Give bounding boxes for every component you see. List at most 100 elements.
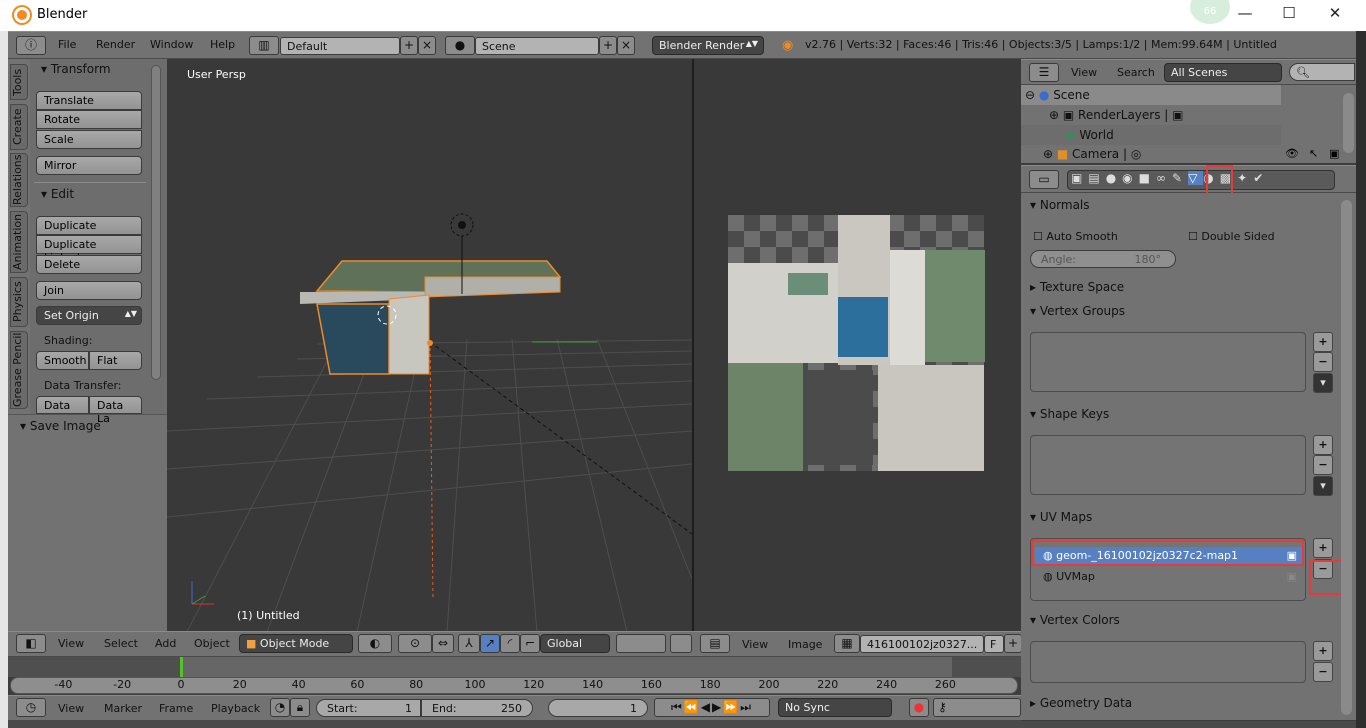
properties-context-tabs[interactable]: ▣▤●◉■∞✎▽◑▩✦✔: [1067, 170, 1335, 190]
menu-image[interactable]: Image: [788, 638, 822, 651]
data-transfer-button[interactable]: Data: [36, 396, 89, 414]
visibility-eye-icon[interactable]: 👁︎: [1285, 147, 1299, 160]
render-camera-icon[interactable]: ▣: [1329, 147, 1339, 160]
orientation-select[interactable]: Global: [540, 634, 610, 653]
translate-manipulator-icon[interactable]: ⅄: [458, 634, 480, 653]
remove-vertex-color-button[interactable]: −: [1313, 662, 1333, 682]
vertex-colors-panel-title[interactable]: ▾ Vertex Colors: [1030, 613, 1336, 627]
menu-file[interactable]: File: [58, 38, 76, 51]
constraints-tab-icon[interactable]: ∞: [1156, 171, 1172, 185]
add-layout-icon[interactable]: +: [400, 36, 418, 55]
vertex-colors-list[interactable]: [1030, 641, 1306, 683]
end-frame-field[interactable]: End: 250: [421, 699, 533, 717]
tab-physics[interactable]: Physics: [10, 277, 28, 327]
remove-vertex-group-button[interactable]: −: [1313, 352, 1333, 372]
world-tab-icon[interactable]: ◉: [1122, 171, 1138, 185]
geometry-data-panel-title[interactable]: ▸ Geometry Data: [1030, 696, 1336, 710]
uv-image-editor[interactable]: [694, 59, 1021, 632]
manipulator-toggle-icon[interactable]: ⇔: [432, 634, 454, 653]
menu-add[interactable]: Add: [155, 637, 176, 650]
keying-set-field[interactable]: ⚷: [933, 698, 1021, 717]
tab-tools[interactable]: Tools: [10, 64, 28, 100]
vertex-group-specials-button[interactable]: ▾: [1313, 373, 1333, 393]
outliner-item-scene[interactable]: ⊖ ● Scene: [1025, 88, 1090, 102]
modifiers-tab-icon[interactable]: ✎: [1172, 171, 1188, 185]
add-uv-map-button[interactable]: +: [1313, 538, 1333, 558]
mirror-button[interactable]: Mirror: [36, 156, 142, 175]
search-field[interactable]: 🔍︎: [1289, 63, 1355, 81]
double-sided-checkbox[interactable]: ☐ Double Sided: [1188, 230, 1275, 243]
save-image-panel-title[interactable]: ▾ Save Image: [20, 419, 101, 433]
3d-viewport[interactable]: User Persp (1) Untitled: [167, 59, 692, 632]
render-tab-icon[interactable]: ▣: [1071, 171, 1088, 185]
scene-field[interactable]: Scene: [475, 37, 599, 55]
editor-type-timeline-icon[interactable]: ◷: [16, 698, 46, 717]
viewport-shading-icon[interactable]: ◐: [358, 634, 392, 653]
physics-tab-icon[interactable]: ✔: [1253, 171, 1269, 185]
vertex-groups-panel-title[interactable]: ▾ Vertex Groups: [1030, 304, 1336, 318]
shape-key-specials-button[interactable]: ▾: [1313, 476, 1333, 496]
rotate-button[interactable]: Rotate: [36, 110, 142, 129]
new-image-icon[interactable]: +: [1004, 634, 1022, 653]
add-scene-icon[interactable]: +: [599, 36, 617, 55]
rotate-manipulator-icon[interactable]: ◜: [500, 634, 520, 653]
scale-manipulator-icon[interactable]: ⌐: [520, 634, 540, 653]
menu-search[interactable]: Search: [1117, 66, 1155, 79]
menu-view[interactable]: View: [742, 638, 768, 651]
auto-smooth-checkbox[interactable]: ☐ Auto Smooth: [1033, 230, 1118, 243]
menu-render[interactable]: Render: [96, 38, 135, 51]
preview-range-icon[interactable]: ◔: [270, 698, 290, 717]
menu-view[interactable]: View: [58, 702, 84, 715]
scene-tab-icon[interactable]: ●: [1106, 171, 1122, 185]
tool-shelf-scrollbar[interactable]: [151, 65, 161, 380]
outliner-item-camera[interactable]: ⊕ ■ Camera | ◎: [1043, 147, 1141, 161]
texture-space-panel-title[interactable]: ▸ Texture Space: [1030, 280, 1336, 294]
remove-layout-icon[interactable]: ×: [418, 36, 436, 55]
display-mode-select[interactable]: All Scenes: [1164, 63, 1282, 82]
current-frame-marker[interactable]: [180, 657, 183, 677]
close-button[interactable]: ✕: [1313, 4, 1357, 26]
menu-window[interactable]: Window: [150, 38, 193, 51]
menu-frame[interactable]: Frame: [159, 702, 193, 715]
transform-panel-title[interactable]: ▾ Transform: [41, 62, 111, 76]
duplicate-button[interactable]: Duplicate: [36, 216, 142, 235]
selectability-cursor-icon[interactable]: ↖: [1309, 147, 1318, 160]
pivot-icon[interactable]: ⊙: [398, 634, 432, 653]
smooth-button[interactable]: Smooth: [36, 351, 89, 370]
duplicate-linked-button[interactable]: Duplicate Linked: [36, 235, 142, 264]
particles-tab-icon[interactable]: ✦: [1237, 171, 1253, 185]
mode-select[interactable]: ■ Object Mode: [239, 634, 353, 653]
editor-type-info-icon[interactable]: ⓘ: [16, 36, 46, 55]
editor-type-outliner-icon[interactable]: ☰: [1029, 63, 1059, 82]
menu-view[interactable]: View: [58, 637, 84, 650]
translate-button[interactable]: Translate: [36, 91, 142, 110]
mesh-data-tab-icon[interactable]: ▽: [1188, 171, 1204, 185]
render-layers-tab-icon[interactable]: ▤: [1088, 171, 1105, 185]
tab-animation[interactable]: Animation: [10, 211, 28, 273]
editor-type-properties-icon[interactable]: ▭: [1029, 170, 1059, 189]
menu-select[interactable]: Select: [104, 637, 138, 650]
uv-map-item[interactable]: ◍ UVMap ▣: [1035, 568, 1303, 586]
vertex-groups-list[interactable]: [1030, 332, 1306, 392]
render-engine-select[interactable]: Blender Render ▲▼: [652, 36, 764, 55]
add-vertex-color-button[interactable]: +: [1313, 641, 1333, 661]
properties-scrollbar[interactable]: [1341, 200, 1352, 715]
delete-button[interactable]: Delete: [36, 255, 142, 274]
shape-keys-list[interactable]: [1030, 435, 1306, 495]
fake-user-button[interactable]: F: [984, 635, 1004, 653]
flat-button[interactable]: Flat: [89, 351, 142, 370]
image-browse-icon[interactable]: ▦: [834, 634, 860, 653]
menu-help[interactable]: Help: [210, 38, 235, 51]
start-frame-field[interactable]: Start: 1: [316, 699, 421, 717]
menu-marker[interactable]: Marker: [104, 702, 142, 715]
scale-button[interactable]: Scale: [36, 130, 142, 149]
outliner-item-renderlayers[interactable]: ⊕ ▣ RenderLayers | ▣: [1049, 108, 1184, 122]
current-frame-field[interactable]: 1: [548, 699, 648, 717]
angle-field[interactable]: Angle: 180°: [1030, 250, 1176, 268]
window-scrollbar[interactable]: [1356, 31, 1366, 728]
object-tab-icon[interactable]: ■: [1139, 171, 1156, 185]
add-shape-key-button[interactable]: +: [1313, 435, 1333, 455]
tab-grease-pencil[interactable]: Grease Pencil: [10, 331, 28, 409]
outliner-item-world[interactable]: ◉ World: [1065, 128, 1114, 142]
menu-object[interactable]: Object: [194, 637, 230, 650]
